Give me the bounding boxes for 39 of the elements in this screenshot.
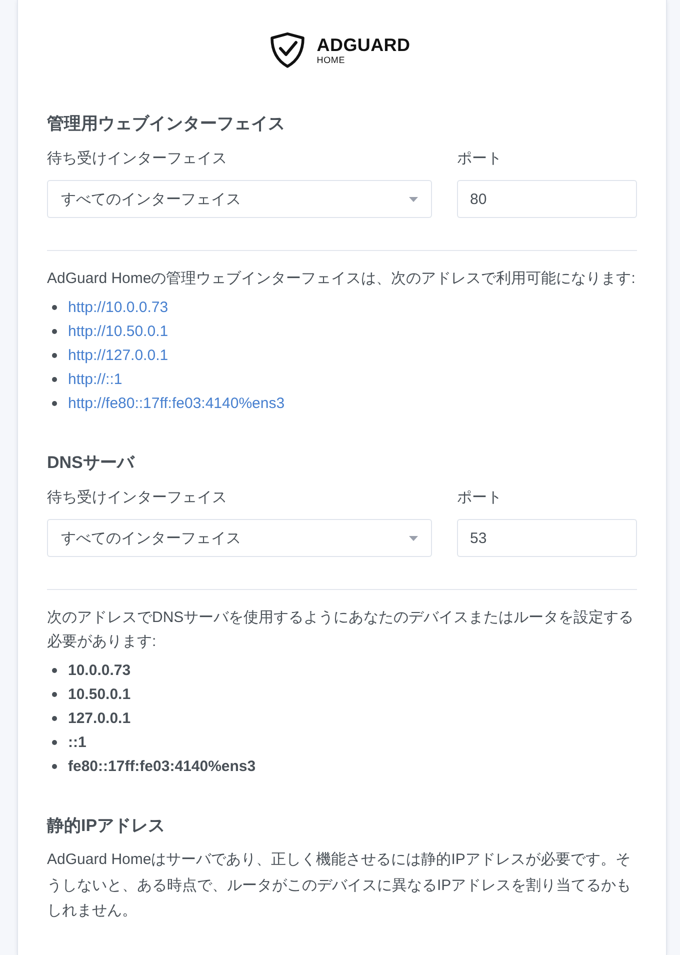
address-link[interactable]: http://10.0.0.73 <box>68 298 168 316</box>
section-title: 管理用ウェブインターフェイス <box>47 114 286 134</box>
interface-select[interactable]: すべてのインターフェイス <box>47 180 432 218</box>
address-link[interactable]: http://::1 <box>68 370 122 388</box>
section-title: 静的IPアドレス <box>47 816 166 836</box>
address-note: 次のアドレスでDNSサーバを使用するようにあなたのデバイスまたはルータを設定する必要があります: <box>47 608 635 652</box>
field-label: 待ち受けインターフェイス <box>47 149 227 169</box>
bullet-icon <box>52 692 57 696</box>
bullet-icon <box>52 740 57 744</box>
field-label: ポート <box>457 488 502 508</box>
address-link[interactable]: http://10.50.0.1 <box>68 322 168 340</box>
brand-subtitle: HOME <box>316 54 346 66</box>
shield-check-icon <box>270 32 305 68</box>
address-text: 127.0.0.1 <box>68 710 131 726</box>
address-link[interactable]: http://127.0.0.1 <box>68 346 168 364</box>
port-input[interactable]: 53 <box>457 519 637 557</box>
field-label: ポート <box>457 149 502 169</box>
bullet-icon <box>52 328 57 334</box>
section-title: DNSサーバ <box>47 453 136 473</box>
address-text: fe80::17ff:fe03:4140%ens3 <box>68 758 256 774</box>
field-label: 待ち受けインターフェイス <box>47 488 227 508</box>
info-paragraph: AdGuard Homeはサーバであり、正しく機能させるには静的IPアドレスが必要です。そうしないと、ある時点で、ルータがこのデバイスに異なるIPアドレスを割り当てるかもしれません。 <box>47 850 632 921</box>
brand-name: ADGUARD <box>316 34 410 54</box>
bullet-icon <box>52 352 57 358</box>
interface-select[interactable]: すべてのインターフェイス <box>47 519 432 557</box>
address-link[interactable]: http://fe80::17ff:fe03:4140%ens3 <box>68 394 285 412</box>
bullet-icon <box>52 304 57 310</box>
bullet-icon <box>52 400 57 406</box>
bullet-icon <box>52 668 57 672</box>
address-text: 10.50.0.1 <box>68 686 131 702</box>
address-text: ::1 <box>68 734 86 750</box>
caret-icon <box>409 536 418 540</box>
bullet-icon <box>52 376 57 382</box>
address-text: 10.0.0.73 <box>68 662 131 678</box>
address-note: AdGuard Homeの管理ウェブインターフェイスは、次のアドレスで利用可能になります: <box>47 269 636 289</box>
caret-icon <box>409 196 418 202</box>
bullet-icon <box>52 764 57 768</box>
bullet-icon <box>52 716 57 720</box>
port-input[interactable]: 80 <box>457 180 637 218</box>
